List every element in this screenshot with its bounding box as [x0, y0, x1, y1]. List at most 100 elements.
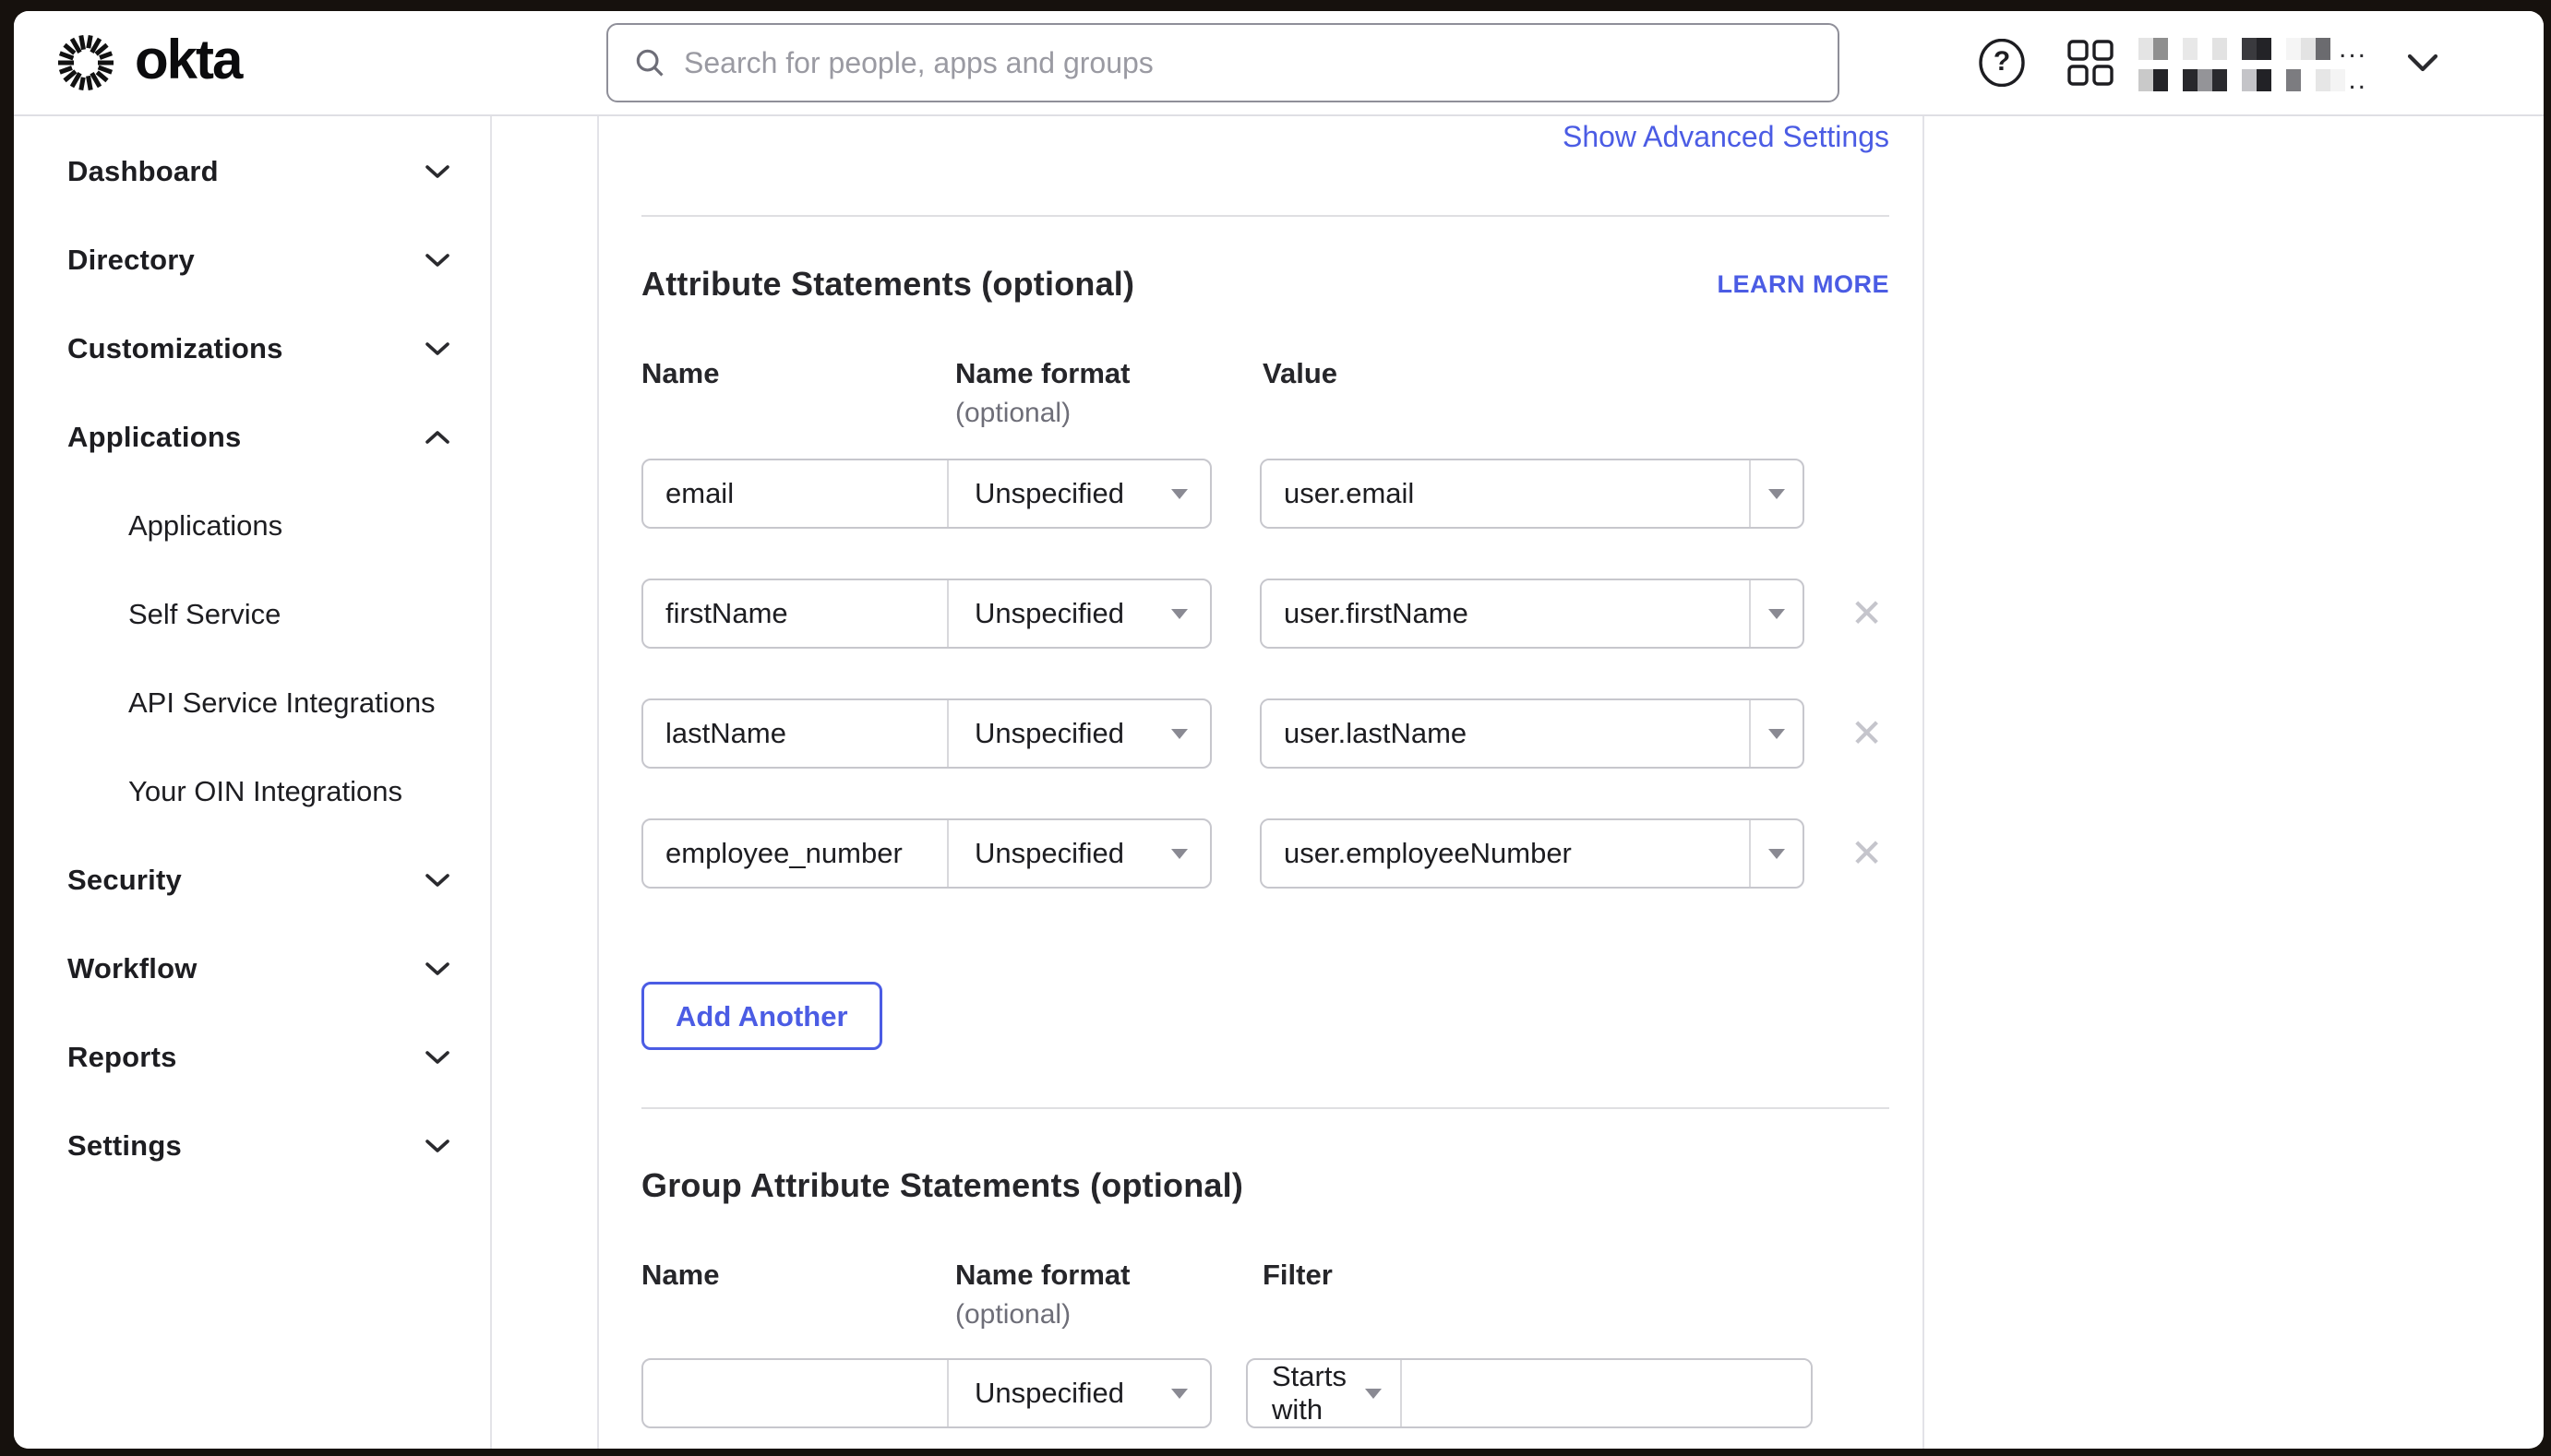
column-name-format: Name format — [955, 1259, 1131, 1292]
redacted-pixel — [2271, 69, 2286, 91]
attribute-name-cell — [643, 820, 949, 887]
name-format-select[interactable]: Unspecified — [949, 460, 1210, 527]
name-and-format-group: Unspecified — [641, 698, 1212, 769]
nav-chevron — [424, 1138, 451, 1154]
attribute-row: Unspecified ✕ — [641, 698, 1889, 769]
search-input[interactable] — [684, 46, 1814, 80]
sidebar-item-label: Workflow — [67, 952, 198, 985]
show-advanced-settings-link[interactable]: Show Advanced Settings — [1563, 120, 1889, 153]
sidebar-item-applications[interactable]: Applications — [14, 393, 490, 482]
redacted-pixel — [2286, 38, 2301, 60]
sidebar-item-your-oin-integrations[interactable]: Your OIN Integrations — [14, 747, 490, 836]
name-and-format-group: Unspecified — [641, 1358, 1212, 1428]
chevron-down-icon — [424, 1138, 451, 1154]
dropdown-arrow-icon — [1171, 729, 1188, 739]
redacted-pixel — [2316, 69, 2330, 91]
browser-window: okta ? ... — [14, 11, 2544, 1449]
chevron-down-icon — [424, 1049, 451, 1066]
attribute-name-cell — [643, 460, 949, 527]
redacted-pixel — [2183, 69, 2198, 91]
sidebar-item-settings[interactable]: Settings — [14, 1102, 490, 1190]
attribute-value-combobox — [1260, 698, 1804, 769]
topbar-right-cluster: ? ... .. — [1978, 11, 2441, 114]
sidebar-item-label: Applications — [67, 421, 241, 454]
attribute-statements-header: Attribute Statements (optional) LEARN MO… — [641, 265, 1889, 304]
filter-type-select[interactable]: Starts with — [1248, 1360, 1402, 1426]
user-menu-chevron-down-icon[interactable] — [2404, 52, 2441, 74]
help-icon[interactable]: ? — [1978, 39, 2026, 87]
filter-value-input[interactable] — [1402, 1360, 1811, 1426]
value-dropdown-toggle[interactable] — [1749, 700, 1802, 767]
value-dropdown-toggle[interactable] — [1749, 580, 1802, 647]
group-name-input[interactable] — [665, 1377, 925, 1410]
sidebar-item-self-service[interactable]: Self Service — [14, 570, 490, 659]
redacted-pixel — [2286, 69, 2301, 91]
sidebar-item-customizations[interactable]: Customizations — [14, 304, 490, 393]
remove-attribute-button[interactable]: ✕ — [1850, 834, 1883, 873]
nav-chevron — [424, 163, 451, 180]
attribute-value-input[interactable] — [1262, 820, 1749, 887]
redacted-pixel — [2212, 38, 2227, 60]
attribute-name-input[interactable] — [665, 717, 925, 750]
attribute-value-combobox — [1260, 459, 1804, 529]
nav-chevron — [424, 1049, 451, 1066]
attribute-name-input[interactable] — [665, 597, 925, 630]
redacted-pixel — [2316, 38, 2330, 60]
sidebar-item-security[interactable]: Security — [14, 836, 490, 925]
top-bar: okta ? ... — [14, 11, 2544, 116]
name-format-select[interactable]: Unspecified — [949, 1360, 1210, 1426]
redacted-pixel — [2330, 69, 2345, 91]
sidebar-nav: DashboardDirectoryCustomizations Applicat… — [14, 116, 492, 1449]
attribute-value-input[interactable] — [1262, 580, 1749, 647]
sidebar-item-applications[interactable]: Applications — [14, 482, 490, 570]
page-layout: DashboardDirectoryCustomizations Applicat… — [14, 116, 2544, 1449]
redacted-pixel — [2257, 38, 2271, 60]
remove-attribute-button[interactable]: ✕ — [1850, 714, 1883, 753]
chevron-down-icon — [424, 252, 451, 269]
redacted-pixel — [2212, 69, 2227, 91]
column-name: Name — [641, 357, 719, 390]
dropdown-arrow-icon — [1171, 489, 1188, 499]
user-account-redacted[interactable]: ... .. — [2138, 34, 2367, 91]
sidebar-item-label: Reports — [67, 1041, 177, 1074]
chevron-down-icon — [424, 872, 451, 889]
sidebar-item-dashboard[interactable]: Dashboard — [14, 127, 490, 216]
sidebar-item-label: Self Service — [128, 598, 281, 631]
sidebar-item-workflow[interactable]: Workflow — [14, 925, 490, 1013]
group-columns-header: Name Name format Filter — [641, 1259, 1889, 1295]
apps-grid-icon[interactable] — [2066, 39, 2114, 87]
attribute-value-input[interactable] — [1262, 700, 1749, 767]
learn-more-link[interactable]: LEARN MORE — [1718, 270, 1890, 299]
advanced-settings-row: Show Advanced Settings — [641, 120, 1889, 161]
group-attribute-row: Unspecified Starts with — [641, 1358, 1889, 1428]
nav-chevron — [424, 340, 451, 357]
group-attribute-rows: Unspecified Starts with — [641, 1358, 1889, 1428]
attribute-name-input[interactable] — [665, 837, 925, 870]
name-format-select[interactable]: Unspecified — [949, 700, 1210, 767]
attribute-name-input[interactable] — [665, 477, 925, 510]
redacted-pixel — [2301, 69, 2316, 91]
sidebar-item-reports[interactable]: Reports — [14, 1013, 490, 1102]
attribute-value-input[interactable] — [1262, 460, 1749, 527]
remove-attribute-button[interactable]: ✕ — [1850, 594, 1883, 633]
redacted-pixel — [2153, 38, 2168, 60]
nav-chevron — [424, 429, 451, 446]
name-format-optional-note: (optional) — [955, 1299, 1071, 1331]
global-search[interactable] — [606, 23, 1839, 102]
okta-logo[interactable]: okta — [55, 11, 241, 114]
value-dropdown-toggle[interactable] — [1749, 460, 1802, 527]
sidebar-item-label: Applications — [128, 509, 282, 543]
sidebar-item-api-service-integrations[interactable]: API Service Integrations — [14, 659, 490, 747]
add-another-attribute-button[interactable]: Add Another — [641, 982, 882, 1050]
column-filter: Filter — [1263, 1259, 1333, 1292]
redacted-pixel — [2227, 38, 2242, 60]
app-settings-panel: Show Advanced Settings Attribute Stateme… — [597, 116, 1924, 1449]
dropdown-arrow-icon — [1365, 1389, 1382, 1399]
value-dropdown-toggle[interactable] — [1749, 820, 1802, 887]
name-format-value: Unspecified — [975, 1377, 1171, 1410]
name-and-format-group: Unspecified — [641, 818, 1212, 889]
name-format-select[interactable]: Unspecified — [949, 820, 1210, 887]
sidebar-item-directory[interactable]: Directory — [14, 216, 490, 304]
attribute-value-combobox — [1260, 818, 1804, 889]
name-format-select[interactable]: Unspecified — [949, 580, 1210, 647]
